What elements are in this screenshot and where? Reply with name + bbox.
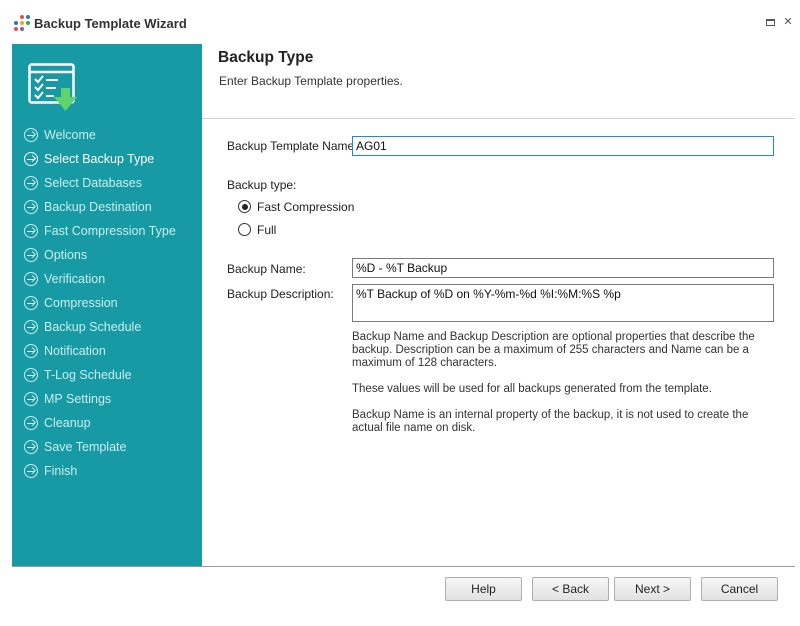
sidebar-item-label: Backup Destination <box>44 200 152 214</box>
sidebar-item-finish[interactable]: Finish <box>24 462 202 486</box>
sidebar-item-label: Backup Schedule <box>44 320 142 334</box>
back-button[interactable]: < Back <box>532 577 609 601</box>
radio-full[interactable] <box>238 223 251 236</box>
cancel-button[interactable]: Cancel <box>701 577 778 601</box>
sidebar-item-backup-destination[interactable]: Backup Destination <box>24 198 202 222</box>
arrow-circle-icon <box>24 392 38 406</box>
close-icon[interactable]: ✕ <box>782 15 794 29</box>
sidebar-item-label: Compression <box>44 296 118 310</box>
arrow-circle-icon <box>24 248 38 262</box>
maximize-icon[interactable] <box>766 19 775 26</box>
sidebar-item-fast-compression-type[interactable]: Fast Compression Type <box>24 222 202 246</box>
fast-compression-label: Fast Compression <box>257 200 355 214</box>
next-button[interactable]: Next > <box>614 577 691 601</box>
arrow-circle-icon <box>24 152 38 166</box>
backup-type-label: Backup type: <box>227 178 297 192</box>
wizard-steps-nav: Welcome Select Backup Type Select Database… <box>24 126 202 486</box>
backup-name-label: Backup Name: <box>227 262 306 276</box>
arrow-circle-icon <box>24 320 38 334</box>
info-text-internal: Backup Name is an internal property of t… <box>352 409 749 434</box>
arrow-circle-icon <box>24 128 38 142</box>
wizard-sidebar: Welcome Select Backup Type Select Database… <box>12 44 202 566</box>
sidebar-item-backup-schedule[interactable]: Backup Schedule <box>24 318 202 342</box>
title-bar: Backup Template Wizard ✕ <box>0 0 800 44</box>
window-title: Backup Template Wizard <box>34 16 187 31</box>
sidebar-item-label: Welcome <box>44 128 96 142</box>
sidebar-item-label: Notification <box>44 344 106 358</box>
arrow-circle-icon <box>24 200 38 214</box>
template-name-input[interactable] <box>352 136 774 156</box>
sidebar-item-select-backup-type[interactable]: Select Backup Type <box>24 150 202 174</box>
arrow-circle-icon <box>24 416 38 430</box>
app-logo-icon <box>14 15 30 31</box>
sidebar-item-notification[interactable]: Notification <box>24 342 202 366</box>
page-title: Backup Type <box>218 49 314 66</box>
info-text-scope: These values will be used for all backup… <box>352 383 712 395</box>
sidebar-item-welcome[interactable]: Welcome <box>24 126 202 150</box>
sidebar-item-label: Fast Compression Type <box>44 224 176 238</box>
template-name-label: Backup Template Name: <box>227 139 358 153</box>
help-button[interactable]: Help <box>445 577 522 601</box>
backup-description-label: Backup Description: <box>227 287 334 301</box>
sidebar-item-save-template[interactable]: Save Template <box>24 438 202 462</box>
sidebar-item-label: T-Log Schedule <box>44 368 132 382</box>
sidebar-item-select-databases[interactable]: Select Databases <box>24 174 202 198</box>
sidebar-item-label: Save Template <box>44 440 127 454</box>
sidebar-item-label: Options <box>44 248 88 262</box>
sidebar-item-mp-settings[interactable]: MP Settings <box>24 390 202 414</box>
sidebar-item-label: Select Backup Type <box>44 152 155 166</box>
sidebar-item-label: Select Databases <box>44 176 142 190</box>
sidebar-item-cleanup[interactable]: Cleanup <box>24 414 202 438</box>
backup-description-input[interactable]: %T Backup of %D on %Y-%m-%d %I:%M:%S %p <box>352 284 774 322</box>
sidebar-item-options[interactable]: Options <box>24 246 202 270</box>
page-subtitle: Enter Backup Template properties. <box>219 74 403 88</box>
radio-fast-compression[interactable] <box>238 200 251 213</box>
sidebar-item-label: Finish <box>44 464 78 478</box>
footer-divider <box>12 566 795 567</box>
arrow-circle-icon <box>24 368 38 382</box>
checklist-download-icon <box>28 63 77 111</box>
sidebar-item-label: MP Settings <box>44 392 112 406</box>
arrow-circle-icon <box>24 344 38 358</box>
info-text-limits: Backup Name and Backup Description are o… <box>352 331 755 369</box>
arrow-circle-icon <box>24 224 38 238</box>
arrow-circle-icon <box>24 464 38 478</box>
sidebar-item-label: Cleanup <box>44 416 91 430</box>
sidebar-item-label: Verification <box>44 272 106 286</box>
sidebar-item-compression[interactable]: Compression <box>24 294 202 318</box>
full-label: Full <box>257 223 277 237</box>
arrow-circle-icon <box>24 296 38 310</box>
arrow-circle-icon <box>24 176 38 190</box>
header-divider <box>202 118 795 119</box>
arrow-circle-icon <box>24 272 38 286</box>
backup-name-input[interactable] <box>352 258 774 278</box>
sidebar-item-verification[interactable]: Verification <box>24 270 202 294</box>
sidebar-item-t-log-schedule[interactable]: T-Log Schedule <box>24 366 202 390</box>
arrow-circle-icon <box>24 440 38 454</box>
